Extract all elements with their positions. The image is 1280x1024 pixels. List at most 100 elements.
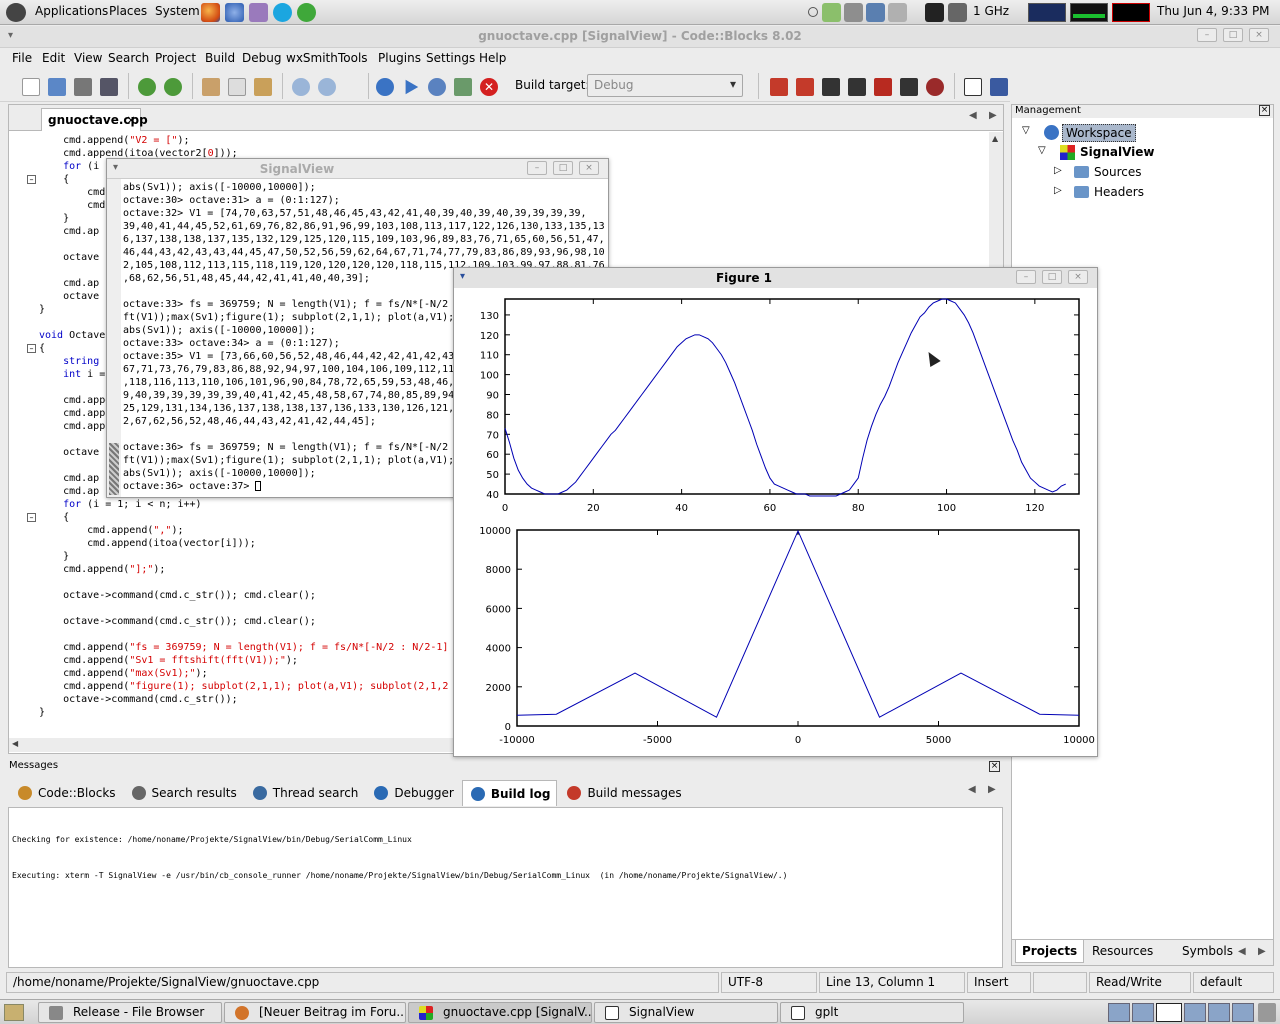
memory-monitor-graph[interactable] (1070, 3, 1108, 22)
cut-icon[interactable] (202, 78, 220, 96)
task-signalview[interactable]: SignalView (594, 1002, 778, 1023)
media-player-launcher-icon[interactable] (297, 3, 316, 22)
network-icon[interactable] (822, 3, 841, 22)
task-file-browser[interactable]: Release - File Browser (38, 1002, 222, 1023)
tree-project-signalview[interactable]: SignalView (1080, 145, 1155, 159)
volume-icon[interactable] (844, 3, 863, 22)
tab-symbols[interactable]: Symbols (1182, 944, 1233, 958)
menu-tools[interactable]: Tools (338, 51, 368, 65)
tab-build-messages[interactable]: Build messages (559, 780, 687, 806)
find-icon[interactable] (292, 78, 310, 96)
run-to-cursor-icon[interactable] (796, 78, 814, 96)
save-all-icon[interactable] (100, 78, 118, 96)
expander-icon[interactable]: ▽ (1022, 125, 1030, 136)
maximize-button[interactable]: □ (1042, 270, 1062, 284)
tab-resources[interactable]: Resources (1092, 944, 1153, 958)
workspace-4[interactable] (1184, 1003, 1206, 1022)
build-icon[interactable] (376, 78, 394, 96)
next-instruction-icon[interactable] (848, 78, 866, 96)
network-monitor-graph[interactable] (1112, 3, 1150, 22)
show-desktop-icon[interactable] (4, 1004, 24, 1021)
figure-titlebar[interactable]: ▾ Figure 1 – □ × (454, 268, 1097, 288)
close-button[interactable]: × (1068, 270, 1088, 284)
tab-scroll-right-icon[interactable]: ▶ (989, 110, 997, 121)
expander-icon[interactable]: ▽ (1038, 145, 1046, 156)
task-gplt[interactable]: gplt (780, 1002, 964, 1023)
tree-workspace[interactable]: Workspace (1062, 124, 1136, 142)
debug-windows-icon[interactable] (964, 78, 982, 96)
menu-build[interactable]: Build (205, 51, 235, 65)
menu-plugins[interactable]: Plugins (378, 51, 421, 65)
network-manager-icon[interactable] (866, 3, 885, 22)
build-target-select[interactable]: Debug ▾ (587, 74, 743, 97)
workspace-6[interactable] (1232, 1003, 1254, 1022)
trash-icon[interactable] (1258, 1003, 1276, 1022)
scroll-up-icon[interactable]: ▲ (992, 134, 998, 143)
close-button[interactable]: × (1249, 28, 1269, 42)
redo-icon[interactable] (164, 78, 182, 96)
new-file-icon[interactable] (22, 78, 40, 96)
cpu-monitor-graph[interactable] (1028, 3, 1066, 22)
build-and-run-icon[interactable] (428, 78, 446, 96)
system-menu[interactable]: System (155, 4, 200, 18)
open-file-icon[interactable] (48, 78, 66, 96)
terminal-icon[interactable] (925, 3, 944, 22)
save-icon[interactable] (74, 78, 92, 96)
thunderbird-launcher-icon[interactable] (225, 3, 244, 22)
fold-marker-icon[interactable]: – (27, 344, 36, 353)
tab-code-blocks[interactable]: Code::Blocks (10, 780, 122, 806)
applications-menu[interactable]: Applications (35, 4, 108, 18)
undo-icon[interactable] (138, 78, 156, 96)
close-icon[interactable]: × (989, 761, 1000, 772)
menu-project[interactable]: Project (155, 51, 196, 65)
paste-icon[interactable] (254, 78, 272, 96)
workspace-2[interactable] (1132, 1003, 1154, 1022)
expander-icon[interactable]: ▷ (1054, 165, 1062, 176)
tab-scroll-right-icon[interactable]: ▶ (988, 784, 996, 795)
abort-icon[interactable]: ✕ (480, 78, 498, 96)
tab-debugger[interactable]: Debugger (366, 780, 459, 806)
tab-scroll-left-icon[interactable]: ◀ (969, 110, 977, 121)
close-icon[interactable]: × (1259, 105, 1270, 116)
printer-icon[interactable] (888, 3, 907, 22)
minimize-button[interactable]: – (1197, 28, 1217, 42)
maximize-button[interactable]: □ (1223, 28, 1243, 42)
gnome-foot-icon[interactable] (6, 3, 26, 22)
firefox-launcher-icon[interactable] (201, 3, 220, 22)
menu-view[interactable]: View (74, 51, 102, 65)
terminal-titlebar[interactable]: ▾ SignalView – □ × (107, 159, 608, 179)
fold-marker-icon[interactable]: – (27, 175, 36, 184)
tree-folder-headers[interactable]: Headers (1094, 185, 1144, 199)
tab-scroll-right-icon[interactable]: ▶ (1258, 946, 1266, 957)
close-icon[interactable]: × (126, 113, 136, 127)
tab-build-log[interactable]: Build log (461, 780, 558, 806)
menu-file[interactable]: File (12, 51, 32, 65)
step-out-icon[interactable] (900, 78, 918, 96)
minimize-button[interactable]: – (527, 161, 547, 175)
expander-icon[interactable]: ▷ (1054, 185, 1062, 196)
terminal-scrollbar[interactable] (107, 179, 121, 497)
skype-launcher-icon[interactable] (273, 3, 292, 22)
cpufreq-icon[interactable] (948, 3, 967, 22)
close-button[interactable]: × (579, 161, 599, 175)
task-codeblocks[interactable]: gnuoctave.cpp [SignalV... (408, 1002, 592, 1023)
minimize-button[interactable]: – (1016, 270, 1036, 284)
workspace-1[interactable] (1108, 1003, 1130, 1022)
tab-gnuoctave-cpp[interactable]: gnuoctave.cpp × (41, 108, 148, 131)
pidgin-launcher-icon[interactable] (249, 3, 268, 22)
clock[interactable]: Thu Jun 4, 9:33 PM (1157, 4, 1270, 18)
step-into-icon[interactable] (874, 78, 892, 96)
debug-run-icon[interactable] (770, 78, 788, 96)
figure-window[interactable]: ▾ Figure 1 – □ × 0 20 40 60 80 100 120 40 50 60 70… (453, 267, 1098, 757)
rebuild-icon[interactable] (454, 78, 472, 96)
run-icon[interactable] (405, 79, 419, 95)
menu-edit[interactable]: Edit (42, 51, 65, 65)
tab-thread-search[interactable]: Thread search (245, 780, 365, 806)
build-log[interactable]: Checking for existence: /home/noname/Pro… (8, 807, 1003, 968)
tree-folder-sources[interactable]: Sources (1094, 165, 1141, 179)
menu-wxsmith[interactable]: wxSmith (286, 51, 338, 65)
next-line-icon[interactable] (822, 78, 840, 96)
maximize-button[interactable]: □ (553, 161, 573, 175)
tab-scroll-left-icon[interactable]: ◀ (968, 784, 976, 795)
figure-canvas[interactable]: 0 20 40 60 80 100 120 40 50 60 70 80 90 100 110 120 130 -… (454, 288, 1097, 756)
